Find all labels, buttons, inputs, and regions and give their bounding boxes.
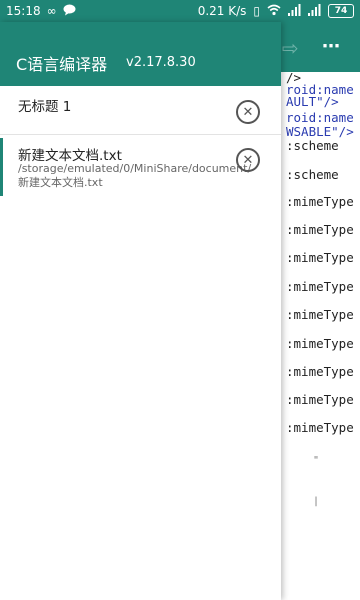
file-item-untitled[interactable]: 无标题 1 ✕ [0,86,281,134]
redo-icon[interactable]: ⇨ [282,36,299,60]
code-line: :mimeType [286,420,354,435]
text-cursor: | [313,496,320,507]
close-file-icon[interactable]: ✕ [236,100,260,124]
code-line: :mimeType [286,194,354,209]
app-version: v2.17.8.30 [126,55,196,70]
code-line: :mimeType [286,279,354,294]
editor-marker: " [313,455,320,466]
divider [0,134,281,135]
battery-icon: 74 [328,4,354,18]
network-speed: 0.21 K/s [197,4,247,18]
file-name: 无标题 1 [18,99,72,115]
code-line: :mimeType [286,222,354,237]
signal-icon-2 [308,3,321,19]
infinity-icon: ∞ [46,4,57,18]
file-path: /storage/emulated/0/MiniShare/document/新… [18,162,252,189]
code-line: :mimeType [286,307,354,322]
navigation-drawer: C语言编译器 v2.17.8.30 无标题 1 ✕ 新建文本文档.txt /st… [0,22,281,600]
active-file-indicator [0,138,3,196]
code-line: :scheme [286,138,339,153]
file-item-new-text-document[interactable]: 新建文本文档.txt /storage/emulated/0/MiniShare… [0,138,281,196]
signal-icon-1 [288,3,301,19]
code-line: WSABLE"/> [286,124,354,139]
chat-bubble-icon [63,4,76,19]
status-bar: 15:18 ∞ 0.21 K/s ▯ 74 [0,0,360,22]
code-line: roid:name [286,110,354,125]
wifi-icon [267,4,281,19]
drawer-header: C语言编译器 v2.17.8.30 [0,22,281,86]
code-line: :mimeType [286,250,354,265]
code-line: :mimeType [286,364,354,379]
file-name: 新建文本文档.txt [18,148,122,164]
code-editor[interactable]: /> roid:name AULT"/> roid:name WSABLE"/>… [280,72,360,600]
code-line: :scheme [286,167,339,182]
code-line: :mimeType [286,336,354,351]
code-line: AULT"/> [286,94,339,109]
close-file-icon[interactable]: ✕ [236,148,260,172]
app-title: C语言编译器 [16,55,108,74]
code-line: :mimeType [286,392,354,407]
vibrate-icon: ▯ [253,4,260,18]
status-time: 15:18 [6,4,41,18]
overflow-menu-icon[interactable]: ⋯ [322,36,341,57]
